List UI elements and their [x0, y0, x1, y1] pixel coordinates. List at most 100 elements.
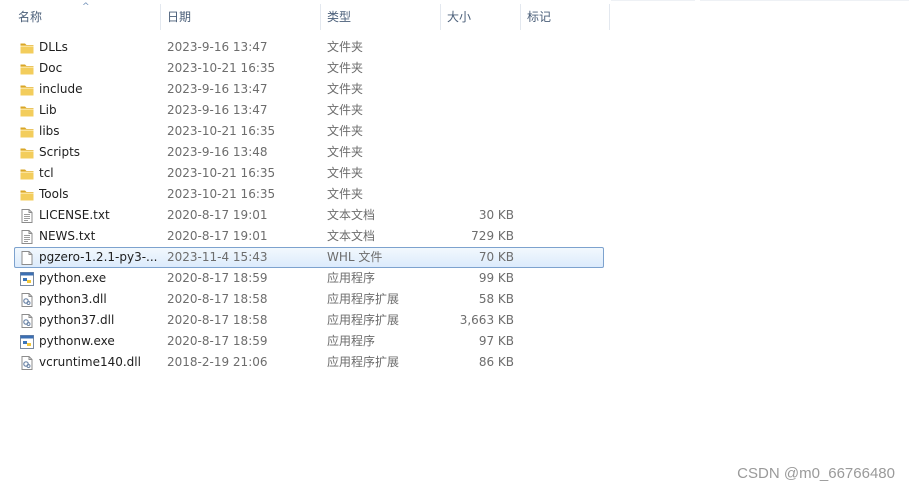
file-size: 99 KB	[478, 271, 514, 285]
file-size: 3,663 KB	[459, 313, 514, 327]
file-date: 2023-9-16 13:48	[167, 145, 268, 159]
file-row[interactable]: pgzero-1.2.1-py3-... 2023-11-4 15:43 WHL 文…	[14, 247, 604, 268]
file-row[interactable]: NEWS.txt 2020-8-17 19:01 文本文档 729 KB	[14, 226, 604, 247]
file-type: 文件夹	[327, 187, 364, 201]
file-size: 58 KB	[478, 292, 514, 306]
file-type: 应用程序	[327, 271, 376, 285]
folder-icon	[19, 145, 35, 161]
file-row[interactable]: pythonw.exe 2020-8-17 18:59 应用程序 97 KB	[14, 331, 604, 352]
file-row[interactable]: python.exe 2020-8-17 18:59 应用程序 99 KB	[14, 268, 604, 289]
file-type: 文件夹	[327, 145, 364, 159]
folder-icon	[19, 166, 35, 182]
file-type: 文件夹	[327, 61, 364, 75]
file-date: 2023-9-16 13:47	[167, 82, 268, 96]
file-row[interactable]: vcruntime140.dll 2018-2-19 21:06 应用程序扩展 86 …	[14, 352, 604, 373]
file-size	[435, 38, 514, 57]
python-exe-icon	[19, 271, 35, 287]
file-date: 2020-8-17 19:01	[167, 229, 268, 243]
file-date: 2020-8-17 18:58	[167, 313, 268, 327]
file-name: Lib	[39, 103, 57, 117]
column-divider[interactable]	[609, 4, 610, 30]
file-type: 文件夹	[327, 82, 364, 96]
file-name: vcruntime140.dll	[39, 355, 141, 369]
file-date: 2020-8-17 19:01	[167, 208, 268, 222]
file-name: pythonw.exe	[39, 334, 115, 348]
file-size: 97 KB	[478, 334, 514, 348]
file-type: WHL 文件	[327, 250, 383, 264]
folder-icon	[19, 187, 35, 203]
dll-file-icon	[19, 313, 35, 329]
file-date: 2023-10-21 16:35	[167, 124, 276, 138]
file-type: 应用程序扩展	[327, 313, 400, 327]
file-type: 文件夹	[327, 103, 364, 117]
file-name: python3.dll	[39, 292, 107, 306]
python-exe-icon	[19, 334, 35, 350]
file-date: 2023-10-21 16:35	[167, 61, 276, 75]
dll-file-icon	[19, 292, 35, 308]
file-type: 文件夹	[327, 40, 364, 54]
file-name: python.exe	[39, 271, 107, 285]
file-date: 2020-8-17 18:59	[167, 334, 268, 348]
file-type: 应用程序扩展	[327, 355, 400, 369]
file-size	[435, 59, 514, 78]
file-size: 86 KB	[478, 355, 514, 369]
file-type: 文本文档	[327, 208, 376, 222]
file-row[interactable]: libs 2023-10-21 16:35 文件夹	[14, 121, 604, 142]
watermark: CSDN @m0_66766480	[737, 465, 895, 482]
file-name: libs	[39, 124, 60, 138]
file-size	[435, 143, 514, 162]
file-size: 70 KB	[478, 250, 514, 264]
file-name: tcl	[39, 166, 54, 180]
file-type: 应用程序扩展	[327, 292, 400, 306]
file-name: DLLs	[39, 40, 68, 54]
file-date: 2023-9-16 13:47	[167, 103, 268, 117]
file-row[interactable]: LICENSE.txt 2020-8-17 19:01 文本文档 30 KB	[14, 205, 604, 226]
file-row[interactable]: Scripts 2023-9-16 13:48 文件夹	[14, 142, 604, 163]
column-header-bar: ^ 名称 日期 类型 大小 标记	[0, 0, 700, 34]
column-header-date[interactable]: 日期	[161, 0, 320, 34]
file-date: 2023-10-21 16:35	[167, 187, 276, 201]
file-date: 2023-10-21 16:35	[167, 166, 276, 180]
file-row[interactable]: DLLs 2023-9-16 13:47 文件夹	[14, 37, 604, 58]
file-row[interactable]: Lib 2023-9-16 13:47 文件夹	[14, 100, 604, 121]
file-row[interactable]: Doc 2023-10-21 16:35 文件夹	[14, 58, 604, 79]
column-header-size[interactable]: 大小	[441, 0, 520, 34]
file-row[interactable]: include 2023-9-16 13:47 文件夹	[14, 79, 604, 100]
file-type: 文件夹	[327, 124, 364, 138]
file-size	[435, 185, 514, 204]
file-date: 2020-8-17 18:58	[167, 292, 268, 306]
header-underline	[611, 0, 695, 1]
file-name: Scripts	[39, 145, 81, 159]
file-name: python37.dll	[39, 313, 115, 327]
folder-icon	[19, 124, 35, 140]
folder-icon	[19, 103, 35, 119]
file-name: Doc	[39, 61, 63, 75]
file-row[interactable]: Tools 2023-10-21 16:35 文件夹	[14, 184, 604, 205]
file-size	[435, 122, 514, 141]
folder-icon	[19, 82, 35, 98]
file-name: pgzero-1.2.1-py3-...	[39, 250, 158, 264]
column-header-name[interactable]: 名称	[12, 0, 160, 34]
file-date: 2018-2-19 21:06	[167, 355, 268, 369]
blank-file-icon	[19, 250, 35, 266]
folder-icon	[19, 40, 35, 56]
folder-icon	[19, 61, 35, 77]
column-header-tag[interactable]: 标记	[521, 0, 609, 34]
text-file-icon	[19, 229, 35, 245]
file-date: 2020-8-17 18:59	[167, 271, 268, 285]
file-row[interactable]: python3.dll 2020-8-17 18:58 应用程序扩展 58 KB	[14, 289, 604, 310]
dll-file-icon	[19, 355, 35, 371]
file-size	[435, 101, 514, 120]
file-row[interactable]: tcl 2023-10-21 16:35 文件夹	[14, 163, 604, 184]
file-name: include	[39, 82, 83, 96]
file-type: 文本文档	[327, 229, 376, 243]
file-size: 30 KB	[478, 208, 514, 222]
column-header-type[interactable]: 类型	[321, 0, 440, 34]
header-underline	[700, 0, 909, 1]
file-date: 2023-11-4 15:43	[167, 250, 268, 264]
file-size	[435, 164, 514, 183]
file-name: Tools	[39, 187, 69, 201]
file-size: 729 KB	[471, 229, 514, 243]
file-row[interactable]: python37.dll 2020-8-17 18:58 应用程序扩展 3,663 K…	[14, 310, 604, 331]
file-type: 文件夹	[327, 166, 364, 180]
